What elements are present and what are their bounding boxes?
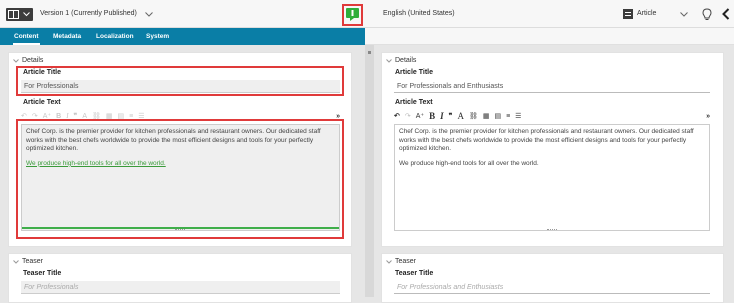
left-details-collapse-icon[interactable] [13,59,19,63]
image-icon[interactable]: ▦ [483,112,490,120]
left-article-title-field[interactable]: For Professionals [21,80,340,93]
link-icon[interactable]: ⛓ [469,112,478,120]
undo-icon[interactable]: ↶ [394,112,400,120]
left-details-heading: Details [22,57,44,64]
right-article-title-field[interactable]: For Professionals and Enthusiasts [394,80,710,93]
right-teaser-heading: Teaser [395,258,417,265]
image-icon: ▦ [105,113,113,120]
splitter-grip [368,51,371,54]
left-paragraph-1: Chef Corp. is the premier provider for k… [26,128,321,153]
right-paragraph-2: We produce high-end tools for all over t… [399,159,539,167]
comment-sync-icon [346,8,359,21]
list-icon: ☰ [138,113,145,120]
right-tabbar-spacer [365,28,734,45]
right-article-title-label: Article Title [395,69,433,76]
right-teaser-title-field[interactable]: For Professionals and Enthusiasts [394,281,710,294]
panel-splitter[interactable] [365,45,374,297]
left-article-text-label: Article Text [23,99,61,106]
right-article-text-label: Article Text [395,99,433,106]
italic-icon: I [66,112,69,120]
version-toggle-button[interactable] [6,8,33,21]
text-size-icon[interactable]: A⁺ [416,112,424,120]
bold-icon[interactable]: B [429,111,435,121]
left-teaser-collapse-icon[interactable] [13,260,19,264]
split-view-icon [8,10,19,19]
right-teaser-title-label: Teaser Title [395,270,434,277]
tab-localization[interactable]: Localization [95,28,135,45]
quote-icon[interactable]: ❞ [449,112,453,120]
left-teaser-panel [8,253,352,303]
right-editor-resize-handle[interactable] [547,229,557,231]
right-editor-toolbar: ↶ ↷ A⁺ B I ❞ A ⛓ ▦ ▤ ≡ ☰ » [394,110,710,122]
right-details-collapse-icon[interactable] [386,59,392,63]
list-icon[interactable]: ☰ [515,112,521,120]
tab-system[interactable]: System [145,28,170,45]
align-icon: ≡ [129,112,134,120]
right-details-heading: Details [395,57,417,64]
table-icon[interactable]: ▤ [494,112,501,120]
left-teaser-heading: Teaser [22,258,44,265]
left-teaser-title-field[interactable]: For Professionals [21,281,340,294]
italic-icon[interactable]: I [440,111,444,121]
right-teaser-panel [381,253,724,303]
sync-scroll-button[interactable] [344,6,361,23]
redo-icon: ↷ [31,113,38,120]
version-label[interactable]: Version 1 (Currently Published) [40,10,137,17]
text-size-icon: A⁺ [42,113,52,120]
more-icon[interactable]: » [706,113,710,120]
top-bar: Version 1 (Currently Published) English … [0,0,734,28]
table-icon: ▤ [117,113,125,120]
doc-type-label[interactable]: Article [637,10,656,17]
right-teaser-collapse-icon[interactable] [386,260,392,264]
document-type-icon [623,9,633,19]
tab-content[interactable]: Content [13,28,40,45]
tab-metadata[interactable]: Metadata [52,28,82,45]
collapse-panel-icon[interactable] [722,8,730,20]
right-paragraph-1: Chef Corp. is the premier provider for k… [399,128,694,153]
left-editor-toolbar: ↶ ↷ A⁺ B I ❞ A ⛓ ▦ ▤ ≡ ☰ » [21,110,340,122]
align-icon[interactable]: ≡ [506,113,510,120]
lightbulb-icon[interactable] [702,8,712,21]
left-article-text-editor[interactable]: Chef Corp. is the premier provider for k… [22,125,339,177]
left-article-title-label: Article Title [23,69,61,76]
quote-icon: ❞ [73,113,78,120]
content-tabs: Content Metadata Localization System [0,28,365,45]
font-color-icon: A [82,112,87,120]
undo-icon: ↶ [21,113,27,120]
version-dropdown-icon[interactable] [145,12,153,17]
locale-label[interactable]: English (United States) [383,10,455,17]
left-teaser-title-label: Teaser Title [23,270,62,277]
left-editor-resize-handle[interactable] [175,229,185,231]
bold-icon: B [56,112,62,120]
more-icon: » [336,112,340,120]
right-article-text-editor[interactable]: Chef Corp. is the premier provider for k… [395,125,709,177]
link-icon: ⛓ [91,113,101,120]
left-paragraph-2[interactable]: We produce high-end tools for all over t… [26,160,335,169]
redo-icon[interactable]: ↷ [405,112,411,120]
chevron-down-icon [23,12,30,17]
font-color-icon[interactable]: A [457,111,464,121]
doc-type-dropdown-icon[interactable] [680,12,688,17]
